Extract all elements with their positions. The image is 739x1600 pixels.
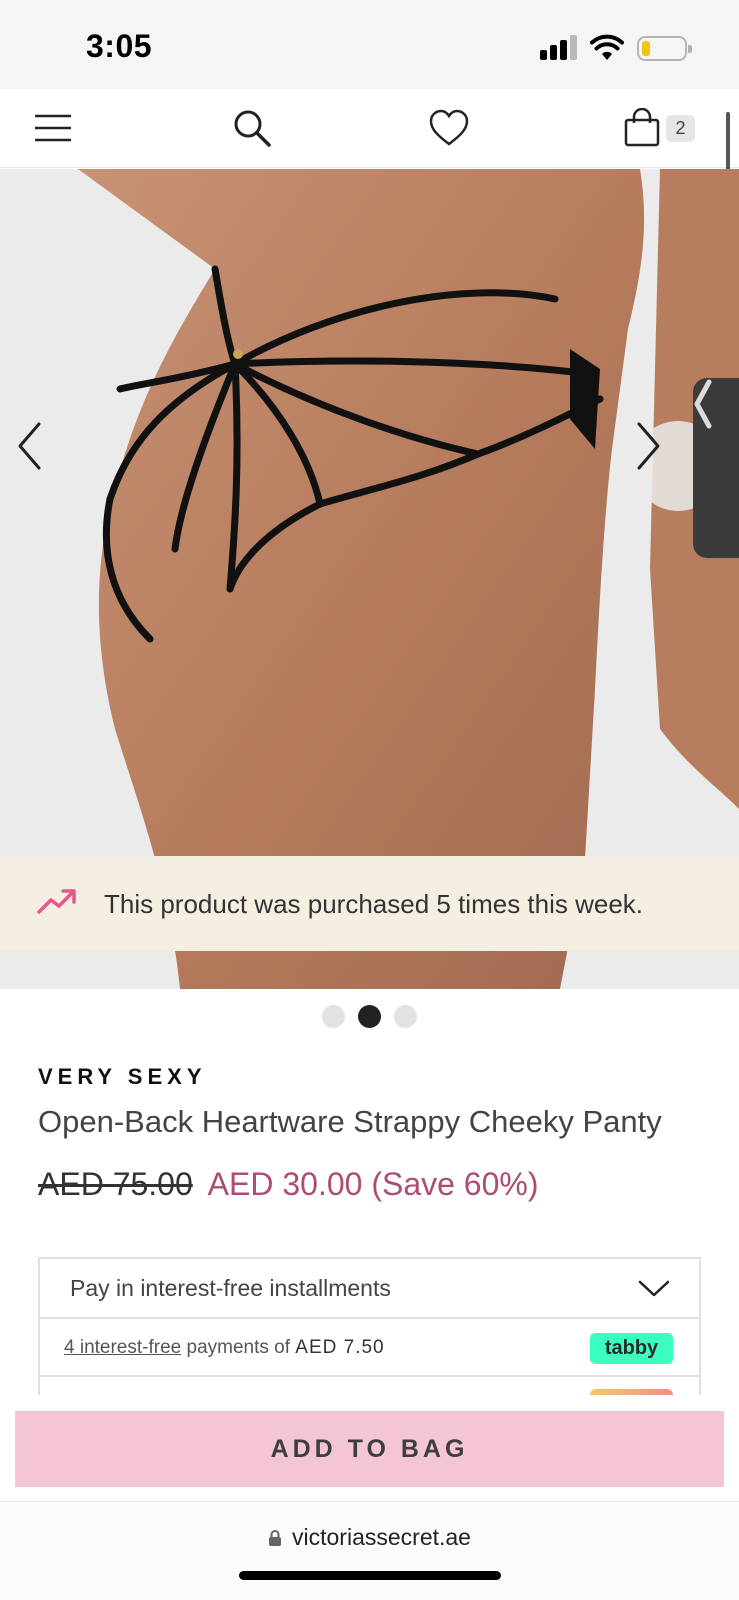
shopping-bag-icon[interactable] (615, 101, 669, 155)
purchase-activity-text: This product was purchased 5 times this … (104, 889, 644, 919)
installments-toggle[interactable]: Pay in interest-free installments (40, 1259, 699, 1319)
previous-image-button[interactable] (15, 421, 105, 511)
menu-icon[interactable] (26, 101, 80, 155)
carousel-dot[interactable] (322, 1005, 345, 1028)
search-icon[interactable] (225, 101, 279, 155)
original-price: AED 75.00 (38, 1166, 193, 1202)
tabby-amount: AED 7.50 (295, 1337, 385, 1358)
browser-address-bar: victoriassecret.ae (0, 1501, 739, 1600)
installments-title: Pay in interest-free installments (70, 1275, 391, 1301)
bag-count-badge[interactable]: 2 (666, 115, 695, 142)
carousel-dot-active[interactable] (358, 1005, 381, 1028)
tabby-info-link[interactable]: 4 interest-free (64, 1337, 181, 1358)
chevron-down-icon (638, 1280, 670, 1297)
chevron-left-icon (694, 379, 712, 429)
top-nav: 2 (0, 89, 739, 168)
tabby-installment-row: 4 interest-free payments of AED 7.50 tab… (40, 1321, 699, 1377)
add-to-bag-button[interactable]: ADD TO BAG (15, 1411, 724, 1487)
heart-icon[interactable] (422, 101, 476, 155)
trending-up-icon (37, 889, 76, 914)
url-text: victoriassecret.ae (292, 1524, 471, 1550)
home-indicator[interactable] (239, 1571, 501, 1580)
product-title: Open-Back Heartware Strappy Cheeky Panty (38, 1104, 662, 1139)
product-brand: VERY SEXY (38, 1064, 207, 1089)
signal-icon (540, 35, 578, 60)
sticky-cta-bar: ADD TO BAG (0, 1395, 739, 1501)
purchase-activity-banner: This product was purchased 5 times this … (0, 856, 739, 951)
price-row: AED 75.00 AED 30.00 (Save 60%) (38, 1166, 539, 1203)
status-time: 3:05 (86, 28, 153, 64)
tabby-logo: tabby (590, 1333, 673, 1364)
carousel-dot[interactable] (394, 1005, 417, 1028)
carousel-dots (0, 1005, 739, 1029)
side-drawer-tab[interactable] (693, 378, 739, 558)
installments-panel: Pay in interest-free installments 4 inte… (38, 1257, 701, 1397)
wifi-icon (590, 34, 624, 60)
battery-icon (637, 36, 692, 61)
status-bar: 3:05 (0, 0, 739, 89)
chevron-left-icon (18, 422, 41, 470)
url-display[interactable]: victoriassecret.ae (0, 1524, 739, 1551)
tabby-installment-text: 4 interest-free payments of AED 7.50 (64, 1337, 385, 1358)
sale-price: AED 30.00 (Save 60%) (207, 1166, 539, 1202)
chevron-right-icon (637, 422, 660, 470)
lock-icon (269, 1529, 282, 1546)
